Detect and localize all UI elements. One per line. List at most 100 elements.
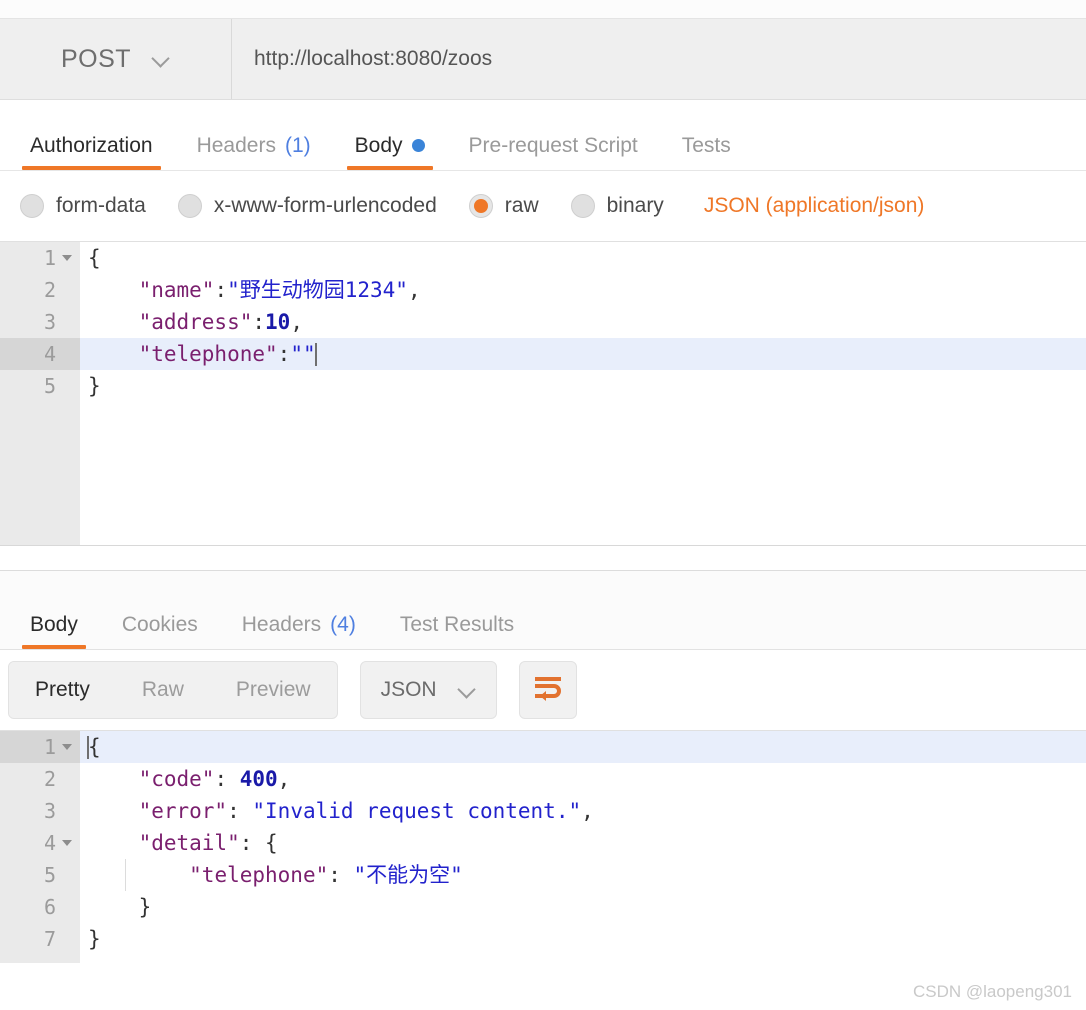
response-tab-bar: Body Cookies Headers (4) Test Results xyxy=(0,571,1086,650)
request-url-input[interactable]: http://localhost:8080/zoos xyxy=(232,19,1086,99)
tab-headers-count: (1) xyxy=(284,134,311,157)
request-code-line[interactable]: 1 { xyxy=(0,242,1086,274)
line-number[interactable]: 6 xyxy=(0,891,80,923)
response-tab-test-results[interactable]: Test Results xyxy=(378,614,536,649)
content-type-selector[interactable]: JSON (application/json) xyxy=(704,194,925,218)
chevron-down-icon xyxy=(153,51,170,68)
request-code-line-active[interactable]: 4 "telephone":"" xyxy=(0,338,1086,370)
radio-binary-icon xyxy=(570,194,595,218)
view-mode-raw[interactable]: Raw xyxy=(116,662,210,718)
fold-arrow-icon[interactable] xyxy=(62,839,72,846)
tab-pre-request-script[interactable]: Pre-request Script xyxy=(447,135,660,170)
request-code-line[interactable]: 2 "name":"野生动物园1234", xyxy=(0,274,1086,306)
view-mode-preview[interactable]: Preview xyxy=(210,662,337,718)
body-modified-dot-icon xyxy=(411,139,425,152)
view-mode-pretty[interactable]: Pretty xyxy=(9,662,116,718)
radio-form-data-label: form-data xyxy=(56,194,146,217)
response-code-line[interactable]: 4 "detail": { xyxy=(0,827,1086,859)
radio-form-data-icon xyxy=(20,194,44,218)
tab-headers[interactable]: Headers (1) xyxy=(175,135,333,170)
response-tab-cookies-label: Cookies xyxy=(121,613,198,636)
response-tab-body[interactable]: Body xyxy=(8,614,100,649)
request-body-editor[interactable]: 1 { 2 "name":"野生动物园1234", 3 "address":10… xyxy=(0,241,1086,546)
tab-tests[interactable]: Tests xyxy=(660,135,753,170)
response-toolbar: Pretty Raw Preview JSON xyxy=(0,650,1086,730)
json-value: "野生动物园1234" xyxy=(227,278,408,302)
json-brace: { xyxy=(88,246,101,270)
line-number[interactable]: 1 xyxy=(0,242,80,274)
csdn-watermark: CSDN @laopeng301 xyxy=(912,982,1072,1001)
radio-raw[interactable]: raw xyxy=(468,194,539,218)
radio-binary-label: binary xyxy=(606,194,664,217)
text-cursor xyxy=(314,343,317,366)
fold-arrow-icon[interactable] xyxy=(62,254,72,261)
line-number[interactable]: 2 xyxy=(0,274,80,306)
response-code-line[interactable]: 6 } xyxy=(0,891,1086,923)
request-url-bar: POST http://localhost:8080/zoos xyxy=(0,19,1086,100)
json-brace: } xyxy=(88,927,101,951)
response-tab-cookies[interactable]: Cookies xyxy=(100,614,220,649)
fold-arrow-icon[interactable] xyxy=(62,743,72,750)
tab-authorization[interactable]: Authorization xyxy=(8,135,175,170)
tab-tests-label: Tests xyxy=(681,134,731,157)
request-tab-bar: Authorization Headers (1) Body Pre-reque… xyxy=(0,100,1086,171)
request-code-line[interactable]: 5 } xyxy=(0,370,1086,402)
json-value: 10 xyxy=(265,310,291,334)
response-tab-test-results-label: Test Results xyxy=(399,613,515,636)
json-key: "telephone" xyxy=(138,342,278,366)
response-code-line[interactable]: 5 "telephone": "不能为空" xyxy=(0,859,1086,891)
response-view-mode-group: Pretty Raw Preview xyxy=(8,661,338,719)
response-format-selector[interactable]: JSON xyxy=(359,661,497,719)
json-key: "detail" xyxy=(138,831,240,855)
panel-divider[interactable] xyxy=(0,546,1086,571)
json-brace: { xyxy=(265,831,278,855)
json-value: "Invalid request content." xyxy=(252,799,582,823)
json-brace: { xyxy=(88,735,101,759)
line-number[interactable]: 1 xyxy=(0,731,80,763)
line-number[interactable]: 4 xyxy=(0,338,80,370)
response-tab-headers-label: Headers xyxy=(241,613,322,636)
line-number[interactable]: 2 xyxy=(0,763,80,795)
chevron-down-icon xyxy=(459,682,476,699)
response-tab-headers[interactable]: Headers (4) xyxy=(220,614,378,649)
response-tab-headers-count: (4) xyxy=(330,613,356,636)
response-code-line-active[interactable]: 1 { xyxy=(0,731,1086,763)
radio-raw-icon xyxy=(468,194,493,218)
http-method-selector[interactable]: POST xyxy=(0,19,232,99)
line-number[interactable]: 5 xyxy=(0,859,80,891)
tab-body[interactable]: Body xyxy=(333,135,447,170)
radio-form-data[interactable]: form-data xyxy=(20,194,146,218)
json-key: "error" xyxy=(138,799,228,823)
response-body-viewer[interactable]: 1 { 2 "code": 400, 3 "error": "Invalid r… xyxy=(0,730,1086,963)
response-code-line[interactable]: 3 "error": "Invalid request content.", xyxy=(0,795,1086,827)
window-top-strip xyxy=(0,0,1086,19)
line-number[interactable]: 4 xyxy=(0,827,80,859)
json-key: "address" xyxy=(138,310,253,334)
tab-headers-label: Headers xyxy=(196,134,276,157)
radio-x-www-form-urlencoded[interactable]: x-www-form-urlencoded xyxy=(177,194,437,218)
line-number[interactable]: 3 xyxy=(0,306,80,338)
json-brace: } xyxy=(88,374,101,398)
json-key: "name" xyxy=(138,278,215,302)
radio-raw-label: raw xyxy=(504,194,539,217)
response-format-label: JSON xyxy=(380,678,437,701)
body-type-radio-group: form-data x-www-form-urlencoded raw bina… xyxy=(0,171,1086,241)
tab-authorization-label: Authorization xyxy=(30,134,153,157)
radio-x-www-form-urlencoded-icon xyxy=(177,194,202,218)
response-code-line[interactable]: 7 } xyxy=(0,923,1086,955)
radio-binary[interactable]: binary xyxy=(570,194,664,218)
response-tab-body-label: Body xyxy=(30,613,78,636)
response-code-line[interactable]: 2 "code": 400, xyxy=(0,763,1086,795)
line-number[interactable]: 7 xyxy=(0,923,80,955)
word-wrap-button[interactable] xyxy=(518,661,577,719)
json-value: "不能为空" xyxy=(353,863,463,887)
json-value: "" xyxy=(290,342,316,366)
request-code-line[interactable]: 3 "address":10, xyxy=(0,306,1086,338)
line-number[interactable]: 5 xyxy=(0,370,80,402)
json-key: "telephone" xyxy=(189,863,329,887)
json-value: 400 xyxy=(239,767,278,791)
json-brace: } xyxy=(138,895,152,919)
tab-pre-request-script-label: Pre-request Script xyxy=(468,134,638,157)
line-number[interactable]: 3 xyxy=(0,795,80,827)
word-wrap-icon xyxy=(533,675,563,706)
